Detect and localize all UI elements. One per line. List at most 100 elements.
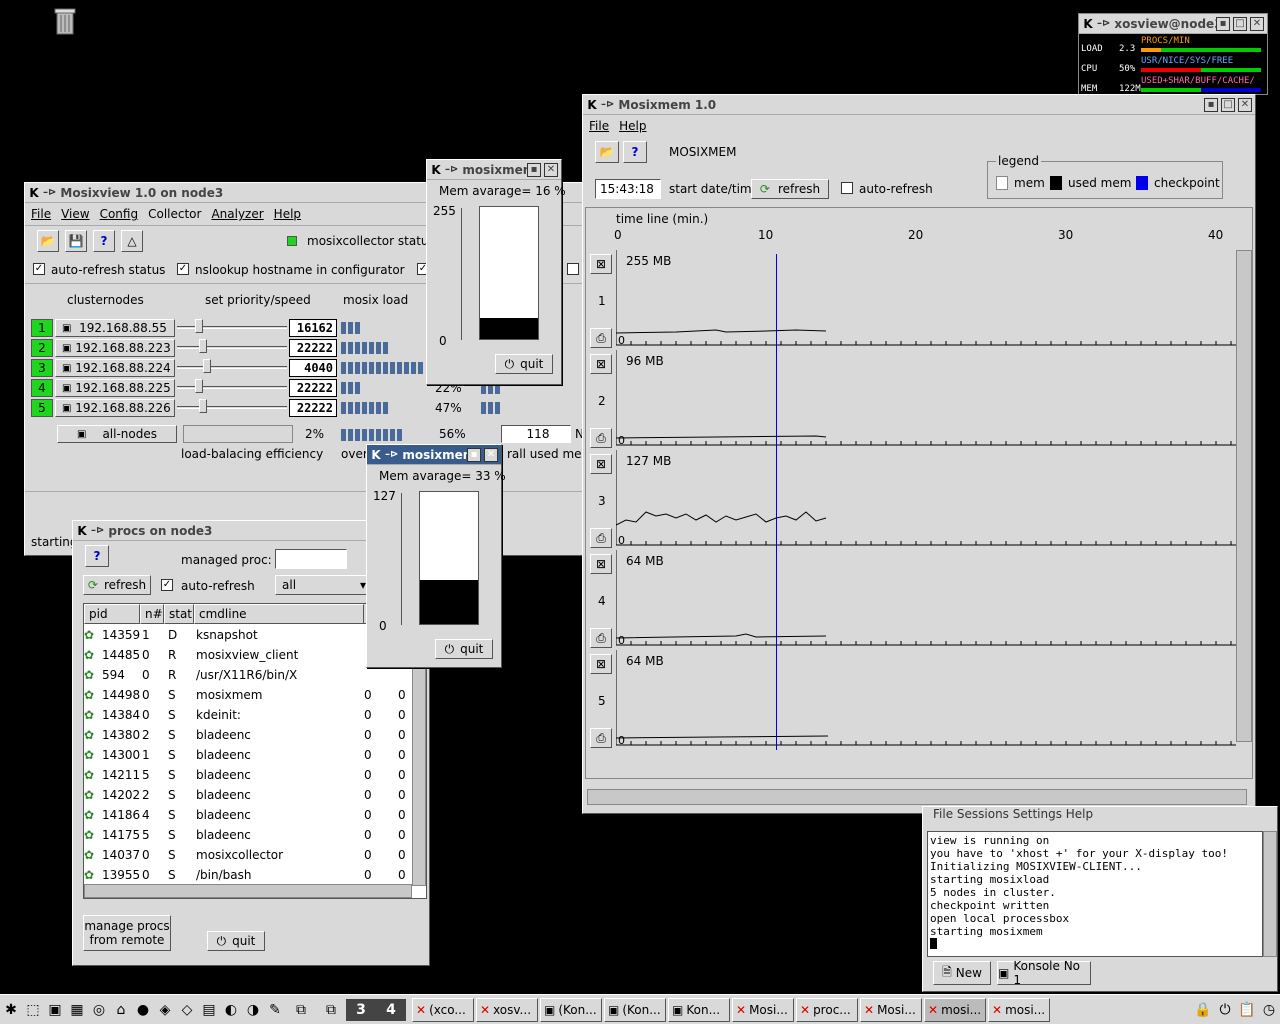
table-row[interactable]: ✿ 14380 2 Sbladeenc 0 0 — [84, 726, 426, 746]
remove-row-button[interactable]: ⊠ — [590, 354, 612, 374]
maximize-button[interactable]: □ — [1233, 16, 1247, 31]
refresh-button[interactable]: ⟳ refresh — [751, 179, 829, 199]
menu-view[interactable]: View — [61, 207, 89, 221]
open-folder-button[interactable]: 📂 — [595, 141, 619, 163]
help-ring-icon[interactable]: ◎ — [88, 999, 110, 1021]
close-button[interactable]: ✕ — [544, 162, 558, 177]
konsole-tab[interactable]: ▣ Konsole No 1 — [997, 959, 1091, 987]
app-icon-2[interactable]: ▦ — [66, 999, 88, 1021]
menu-help[interactable]: Help — [274, 207, 301, 221]
vertical-scrollbar[interactable] — [1263, 831, 1277, 957]
vertical-scrollbar[interactable] — [1236, 250, 1252, 742]
quit-button[interactable]: ⏻ quit — [495, 354, 553, 374]
maximize-button[interactable]: □ — [1221, 97, 1235, 112]
desktop-2-icon[interactable]: ⧉ — [316, 999, 346, 1021]
new-session-button[interactable]: 🗎 New — [933, 961, 991, 985]
terminal-icon[interactable]: ▣ — [44, 999, 66, 1021]
task-button[interactable]: ✕ Mosi... — [860, 997, 922, 1022]
table-row[interactable]: ✿ 14175 5 Sbladeenc 0 0 — [84, 826, 426, 846]
remove-row-button[interactable]: ⊠ — [590, 554, 612, 574]
header-node[interactable]: n# — [140, 604, 164, 624]
konsole-menubar[interactable]: File Sessions Settings Help — [923, 807, 1277, 827]
refresh-button[interactable]: ⟳ refresh — [83, 575, 151, 595]
home-icon[interactable]: ⌂ — [110, 999, 132, 1021]
desktop-4-button[interactable]: 4 — [376, 998, 406, 1021]
minimize-button[interactable]: ▪ — [1204, 97, 1218, 112]
node-id-badge[interactable]: 5 — [31, 399, 53, 417]
open-folder-button[interactable]: 📂 — [37, 230, 59, 252]
app-icon-4[interactable]: ◇ — [176, 999, 198, 1021]
pin-icon[interactable]: –⊳ — [601, 99, 614, 110]
auto-refresh-checkbox[interactable]: ✓ — [33, 263, 45, 275]
node-button[interactable]: ▣ 192.168.88.224 — [55, 359, 175, 377]
priority-slider[interactable] — [177, 339, 287, 357]
table-row[interactable]: ✿ 14186 4 Sbladeenc 0 0 — [84, 806, 426, 826]
remove-row-button[interactable]: ⊠ — [590, 454, 612, 474]
table-row[interactable]: ✿ 14300 1 Sbladeenc 0 0 — [84, 746, 426, 766]
header-stat[interactable]: stat — [164, 604, 194, 624]
clock-icon[interactable]: ◷ — [1258, 999, 1280, 1021]
table-row[interactable]: ✿ 13955 0 S/bin/bash 0 0 — [84, 866, 426, 886]
task-button[interactable]: ✕ xosv... — [476, 997, 538, 1022]
lock-icon[interactable]: 🔒 — [1192, 999, 1214, 1021]
task-button[interactable]: ✕ Mosi... — [732, 997, 794, 1022]
printer-button[interactable]: ⎙ — [590, 328, 612, 348]
task-button[interactable]: ✕ mosi... — [924, 997, 986, 1022]
manage-remote-button[interactable]: manage procs from remote — [83, 915, 171, 951]
minimize-button[interactable]: ▪ — [1216, 16, 1230, 31]
menu-analyzer[interactable]: Analyzer — [211, 207, 263, 221]
table-row[interactable]: ✿ 14211 5 Sbladeenc 0 0 — [84, 766, 426, 786]
auto-refresh-checkbox[interactable] — [841, 182, 853, 194]
priority-slider[interactable] — [177, 319, 287, 337]
horizontal-scrollbar[interactable] — [84, 884, 412, 898]
pin-icon[interactable]: –⊳ — [43, 187, 56, 198]
header-cmdline[interactable]: cmdline — [194, 604, 364, 624]
close-button[interactable]: ✕ — [1250, 16, 1264, 31]
app-icon-7[interactable]: ◑ — [242, 999, 264, 1021]
menu-config[interactable]: Config — [100, 207, 139, 221]
node-button[interactable]: ▣ 192.168.88.225 — [55, 379, 175, 397]
task-button[interactable]: ✕ (xco... — [412, 997, 474, 1022]
pin-icon[interactable]: –⊳ — [1097, 18, 1110, 29]
table-row[interactable]: ✿ 14037 0 Smosixcollector 0 0 — [84, 846, 426, 866]
desktop-3-button[interactable]: 3 — [346, 998, 376, 1021]
nslookup-checkbox[interactable]: ✓ — [177, 263, 189, 275]
desktop-1-icon[interactable]: ⧉ — [286, 999, 316, 1021]
trash-icon[interactable] — [54, 6, 76, 36]
kde-menu-icon[interactable]: ✱ — [0, 999, 22, 1021]
minimize-button[interactable]: ▪ — [467, 447, 481, 462]
table-row[interactable]: ✿ 14202 2 Sbladeenc 0 0 — [84, 786, 426, 806]
help-button[interactable]: ? — [85, 545, 109, 567]
option2-checkbox[interactable] — [567, 263, 579, 275]
save-button[interactable]: 💾 — [65, 230, 87, 252]
task-button[interactable]: ▣ (Kon... — [604, 997, 666, 1022]
printer-button[interactable]: ⎙ — [590, 728, 612, 748]
table-row[interactable]: ✿ 14498 0 Smosixmem 0 0 — [84, 686, 426, 706]
time-field[interactable]: 15:43:18 — [595, 179, 661, 199]
clipboard-icon[interactable]: 📋 — [1236, 999, 1258, 1021]
task-button[interactable]: ✕ mosi... — [988, 997, 1050, 1022]
close-button[interactable]: ✕ — [484, 447, 498, 462]
node-id-badge[interactable]: 1 — [31, 319, 53, 337]
app-icon-5[interactable]: ▤ — [198, 999, 220, 1021]
task-button[interactable]: ▣ (Kon... — [540, 997, 602, 1022]
power-icon[interactable]: ⏻ — [1214, 999, 1236, 1021]
node-button[interactable]: ▣ 192.168.88.55 — [55, 319, 175, 337]
pin-icon[interactable]: –⊳ — [385, 449, 398, 460]
priority-slider[interactable] — [177, 359, 287, 377]
filter-select[interactable]: all ▾ — [275, 575, 371, 595]
managed-proc-field[interactable] — [275, 549, 347, 569]
table-row[interactable]: ✿ 594 0 R/usr/X11R6/bin/X — [84, 666, 426, 686]
node-id-badge[interactable]: 4 — [31, 379, 53, 397]
header-pid[interactable]: pid — [84, 604, 140, 624]
priority-slider[interactable] — [177, 399, 287, 417]
printer-button[interactable]: ⎙ — [590, 428, 612, 448]
quit-button[interactable]: ⏻ quit — [207, 931, 265, 951]
menu-help[interactable]: Help — [619, 119, 646, 133]
browser-icon[interactable]: ● — [132, 999, 154, 1021]
close-button[interactable]: ✕ — [1238, 97, 1252, 112]
table-row[interactable]: ✿ 14384 0 Skdeinit: 0 0 — [84, 706, 426, 726]
pin-icon[interactable]: –⊳ — [445, 164, 458, 175]
node-button[interactable]: ▣ 192.168.88.226 — [55, 399, 175, 417]
help-button[interactable]: ? — [93, 230, 115, 252]
